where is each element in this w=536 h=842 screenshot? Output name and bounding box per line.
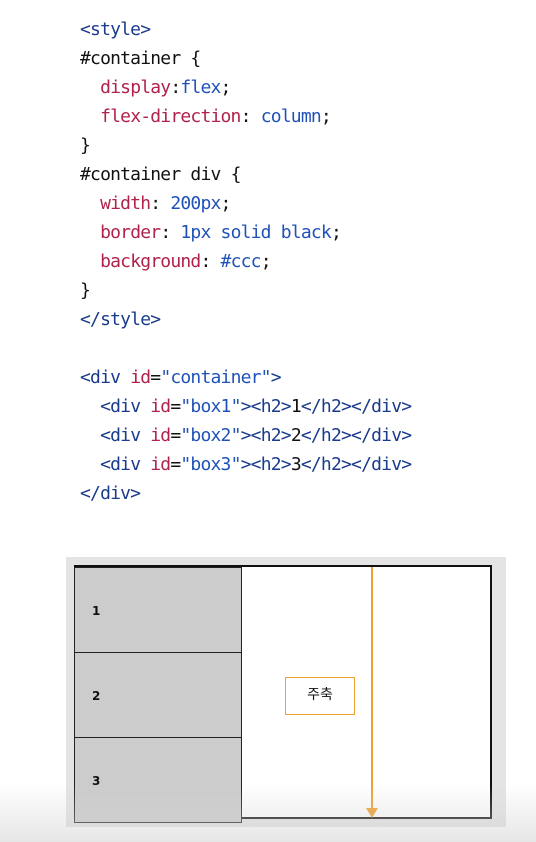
code-token: 1px solid black xyxy=(180,222,331,243)
code-token: : xyxy=(150,193,171,214)
code-token: <div xyxy=(100,425,151,446)
code-token: "container" xyxy=(160,367,271,388)
main-axis-line xyxy=(371,567,373,809)
code-line: <style> xyxy=(80,15,411,44)
code-token: #container xyxy=(80,48,191,69)
code-token: ; xyxy=(260,251,272,272)
code-token: : xyxy=(240,106,261,127)
code-token: 2 xyxy=(290,425,302,446)
code-line: </style> xyxy=(80,305,411,334)
code-token: border xyxy=(100,222,161,243)
code-token: { xyxy=(190,48,201,69)
code-line: } xyxy=(80,276,411,305)
code-token: ; xyxy=(220,193,232,214)
code-token: ; xyxy=(330,222,342,243)
code-line: width: 200px; xyxy=(80,189,411,218)
code-line: <div id="box3"><h2>3</h2></div> xyxy=(80,450,412,479)
code-token: ><h2> xyxy=(240,425,292,446)
code-token: { xyxy=(230,164,242,185)
code-token: = xyxy=(170,425,181,446)
code-line: </div> xyxy=(80,479,411,508)
code-token: : xyxy=(160,222,181,243)
code-token: 1 xyxy=(290,396,302,417)
code-line: border: 1px solid black; xyxy=(80,218,411,247)
code-token: ><h2> xyxy=(240,396,292,417)
code-token: = xyxy=(170,454,181,475)
code-line: <div id="container"> xyxy=(80,363,411,392)
code-token: <div xyxy=(80,367,131,388)
code-token: #container div xyxy=(80,164,231,185)
code-token: </h2></div> xyxy=(300,396,412,417)
code-snippet: <style> #container { display:flex; flex-d… xyxy=(80,15,412,508)
code-token: } xyxy=(80,280,91,301)
code-token: background xyxy=(100,251,201,272)
code-line: #container { xyxy=(80,44,411,73)
code-token: ><h2> xyxy=(240,454,292,475)
code-token: id xyxy=(150,425,171,446)
code-token: <style> xyxy=(80,19,151,40)
main-axis-arrowhead-icon xyxy=(366,808,378,818)
code-token: ; xyxy=(320,106,332,127)
flex-box-2: 2 xyxy=(74,652,242,738)
code-token: width xyxy=(100,193,151,214)
code-token: column xyxy=(260,106,322,127)
code-token: : xyxy=(200,251,221,272)
code-token: flex-direction xyxy=(100,106,241,127)
code-token: : xyxy=(170,77,181,98)
code-token: "box1" xyxy=(180,396,241,417)
flex-box-3: 3 xyxy=(74,737,242,823)
code-token: #ccc xyxy=(220,251,262,272)
code-token: </h2></div> xyxy=(300,454,412,475)
box-label: 2 xyxy=(92,689,101,703)
code-token: ; xyxy=(220,77,232,98)
code-line: } xyxy=(80,131,411,160)
code-token: } xyxy=(80,135,91,156)
code-line: flex-direction: column; xyxy=(80,102,411,131)
code-line: #container div { xyxy=(80,160,411,189)
code-token: flex xyxy=(180,77,221,98)
code-token: "box2" xyxy=(180,425,241,446)
box-label: 3 xyxy=(92,774,101,788)
code-token: display xyxy=(100,77,171,98)
code-token: "box3" xyxy=(180,454,241,475)
code-token: id xyxy=(130,367,151,388)
code-line: <div id="box1"><h2>1</h2></div> xyxy=(80,392,412,421)
code-line: <div id="box2"><h2>2</h2></div> xyxy=(80,421,412,450)
code-token: 200px xyxy=(170,193,221,214)
code-token: = xyxy=(150,367,161,388)
code-token: 3 xyxy=(290,454,302,475)
main-axis-label: 주축 xyxy=(285,677,355,715)
box-label: 1 xyxy=(92,604,101,618)
code-token: </style> xyxy=(80,309,161,330)
code-token: <div xyxy=(100,454,151,475)
code-token: id xyxy=(150,396,171,417)
code-token: <div xyxy=(100,396,151,417)
code-token: id xyxy=(150,454,171,475)
code-token: = xyxy=(170,396,181,417)
code-token: > xyxy=(270,367,282,388)
code-token: </div> xyxy=(80,483,141,504)
flex-box-1: 1 xyxy=(74,567,242,653)
code-line: background: #ccc; xyxy=(80,247,411,276)
code-token: </h2></div> xyxy=(300,425,412,446)
code-line: display:flex; xyxy=(80,73,411,102)
